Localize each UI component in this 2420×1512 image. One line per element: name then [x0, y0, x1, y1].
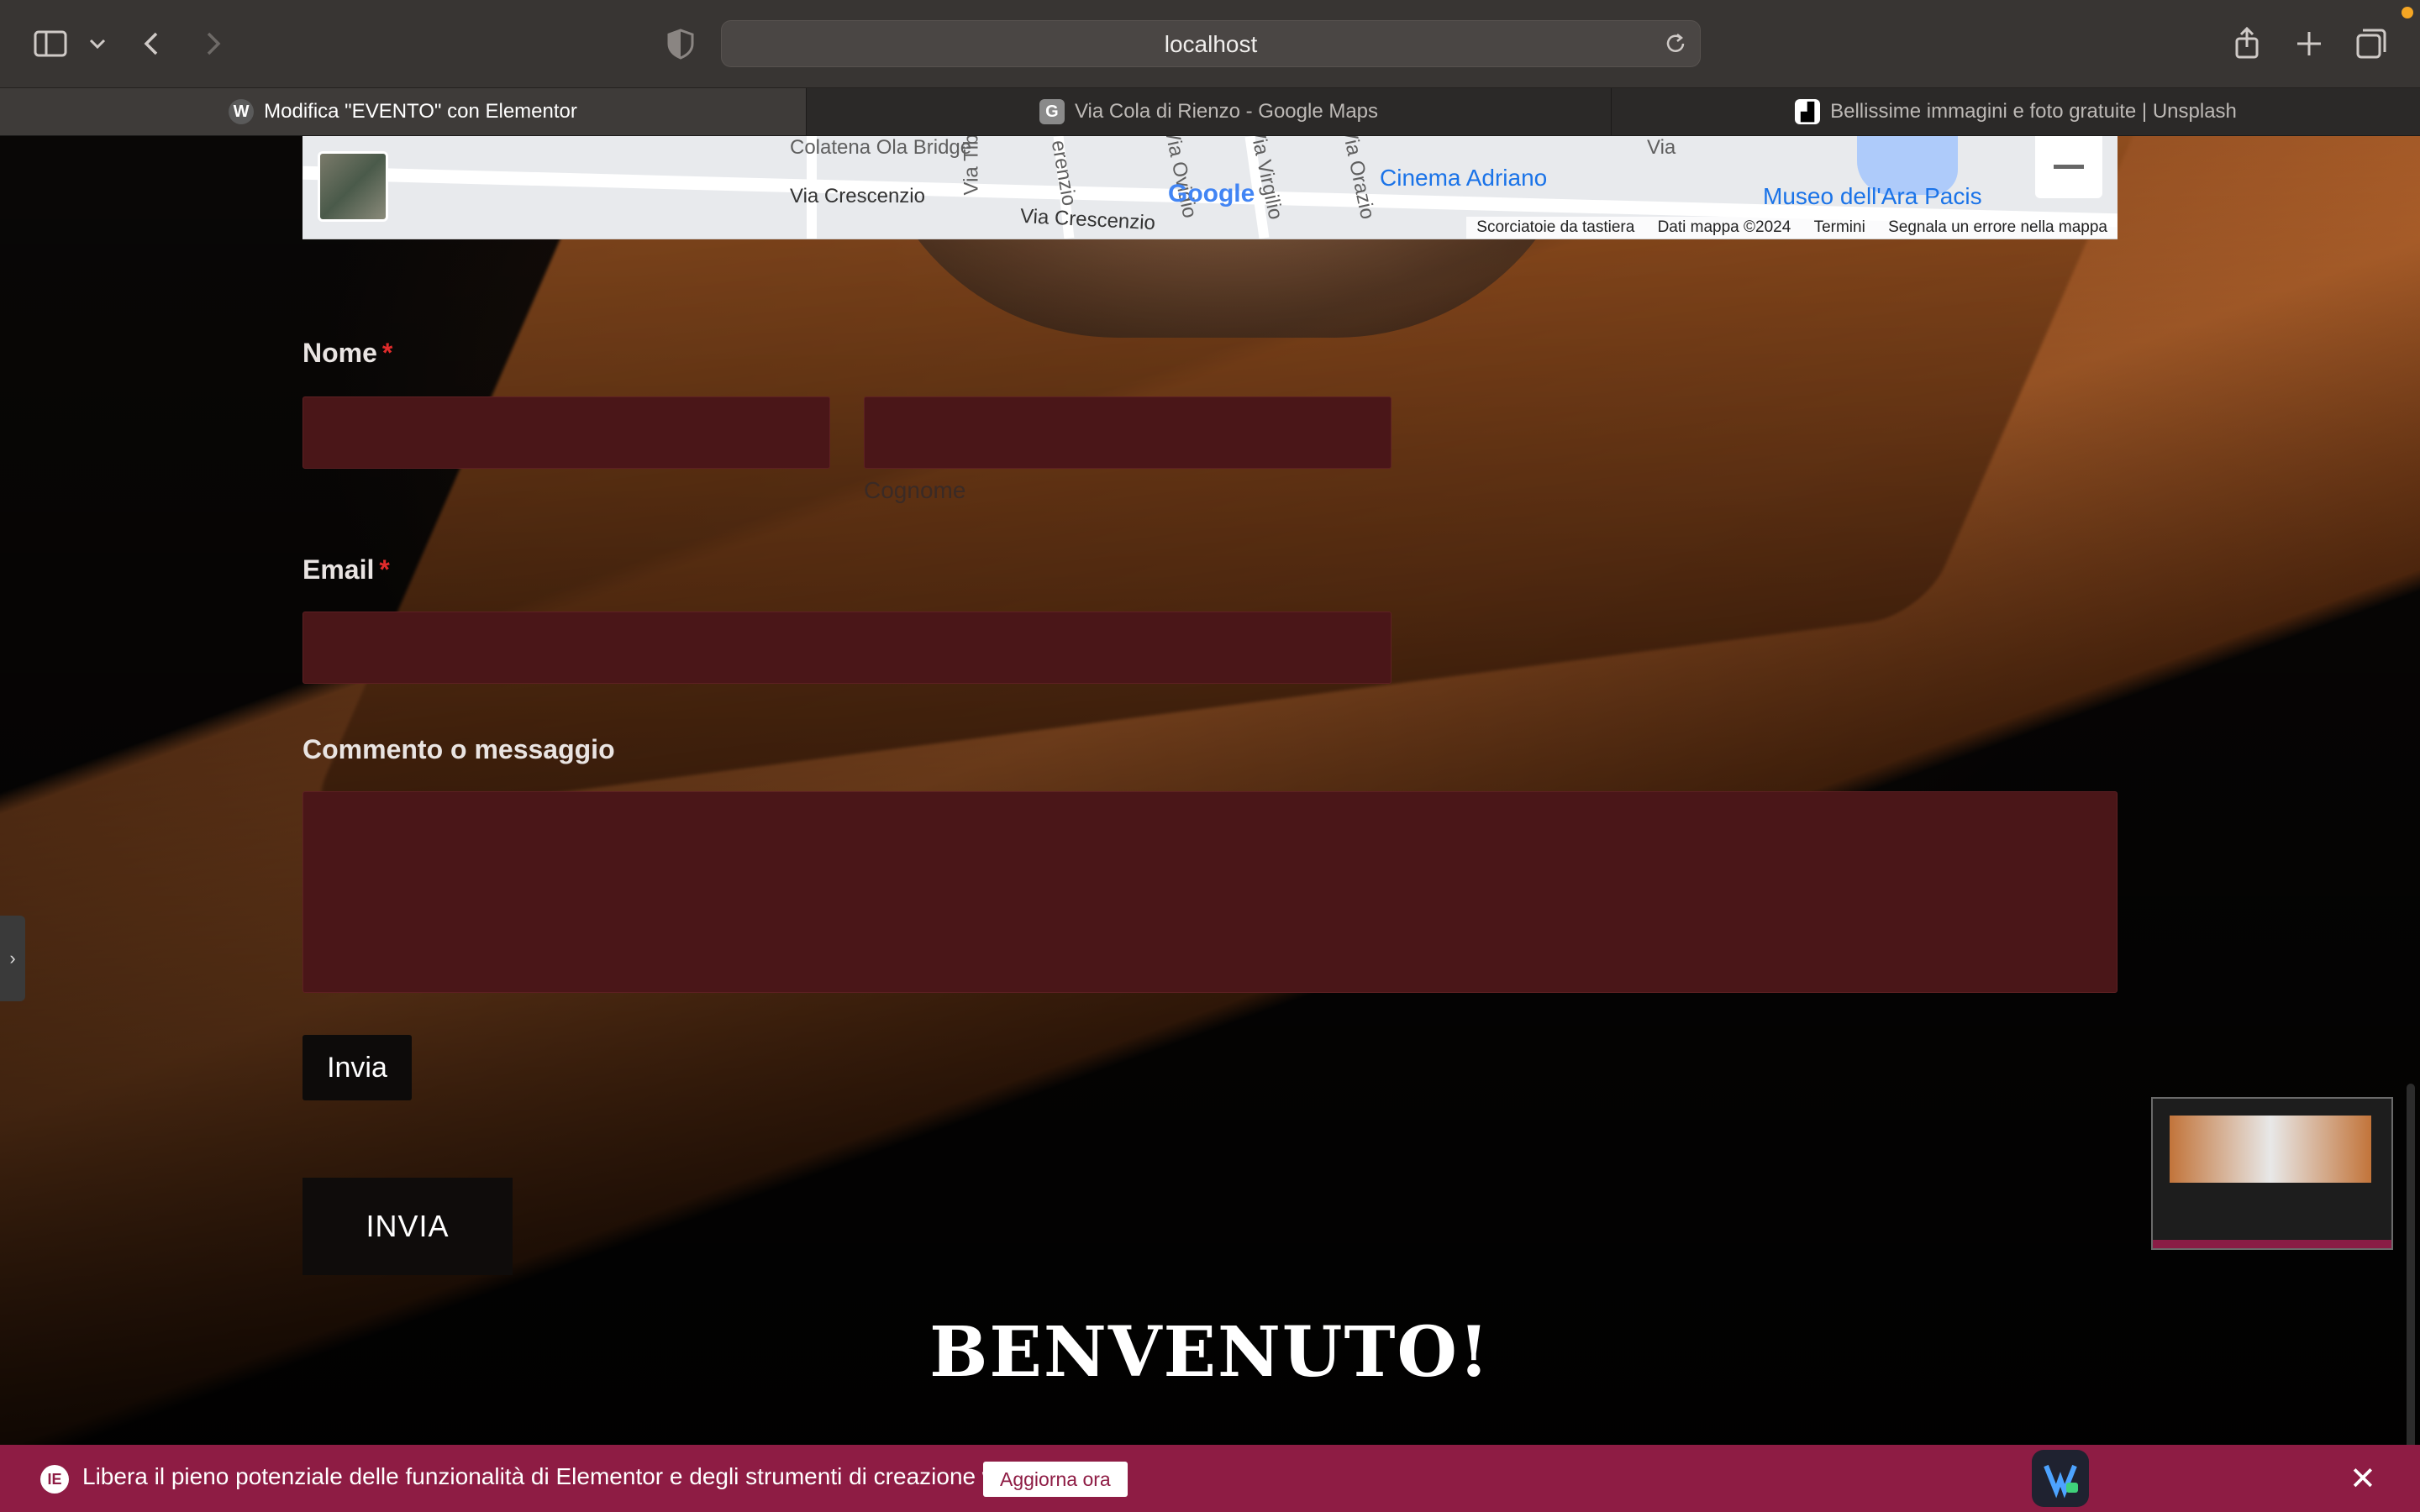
google-logo: Google [1168, 180, 1255, 207]
back-icon[interactable] [134, 25, 171, 62]
address-bar[interactable]: localhost [721, 20, 1701, 67]
message-label: Commento o messaggio [302, 734, 615, 764]
satellite-toggle[interactable] [318, 151, 388, 222]
email-label-text: Email [302, 554, 375, 585]
map-street-label: Via Orazio [1337, 136, 1380, 222]
thumbnail-content [2170, 1116, 2371, 1183]
map-street-label: Via Crescenzio [1019, 204, 1156, 235]
page-scrollbar[interactable] [2407, 1084, 2415, 1445]
google-map[interactable]: Colatena Ola Bridge Via Crescenzio Via C… [302, 136, 2118, 239]
submit-button[interactable]: Invia [302, 1035, 412, 1100]
required-mark: * [381, 338, 393, 368]
minus-icon [2054, 165, 2084, 169]
invia-button[interactable]: INVIA [302, 1178, 513, 1275]
close-icon[interactable]: ✕ [2349, 1460, 2376, 1498]
required-mark: * [379, 554, 390, 585]
unsplash-icon: ▟ [1795, 99, 1821, 124]
sidebar-toggle-icon[interactable] [32, 25, 69, 62]
first-name-input[interactable] [302, 396, 830, 469]
reload-icon[interactable] [1663, 31, 1688, 56]
zoom-out-button[interactable] [2035, 136, 2102, 198]
elementor-icon: IE [40, 1465, 69, 1494]
name-label: Nome * [302, 338, 392, 369]
map-poi-label[interactable]: Museo dell'Ara Pacis [1763, 183, 1982, 210]
notification-dot [2402, 7, 2413, 18]
map-poi-label[interactable]: Cinema Adriano [1380, 165, 1547, 192]
map-street-label: Via [1647, 136, 1676, 159]
email-label: Email * [302, 554, 390, 585]
map-poi-label: Colatena Ola Bridge [790, 136, 972, 159]
map-data-text: Dati mappa ©2024 [1657, 218, 1791, 236]
email-input[interactable] [302, 612, 1392, 684]
panel-expand-handle[interactable]: › [0, 916, 25, 1001]
browser-toolbar: localhost [0, 0, 2420, 88]
chevron-down-icon[interactable] [79, 25, 116, 62]
tab-unsplash[interactable]: ▟ Bellissime immagini e foto gratuite | … [1612, 88, 2420, 135]
map-attribution: Scorciatoie da tastiera Dati mappa ©2024… [1466, 217, 2118, 239]
forward-icon[interactable] [193, 25, 230, 62]
tab-label: Via Cola di Rienzo - Google Maps [1074, 100, 1379, 123]
map-street-label: Via Crescenzio [790, 185, 925, 207]
screenshot-thumbnail[interactable] [2151, 1097, 2393, 1250]
app-icon[interactable] [2032, 1450, 2089, 1507]
tab-label: Modifica "EVENTO" con Elementor [264, 100, 577, 123]
tab-elementor[interactable]: W Modifica "EVENTO" con Elementor [0, 88, 807, 135]
new-tab-icon[interactable] [2291, 25, 2328, 62]
privacy-shield-icon[interactable] [662, 25, 699, 62]
tab-label: Bellissime immagini e foto gratuite | Un… [1830, 100, 2237, 123]
page-content: Colatena Ola Bridge Via Crescenzio Via C… [0, 136, 2420, 1445]
surname-sublabel: Cognome [864, 477, 966, 503]
report-error-link[interactable]: Segnala un errore nella mappa [1888, 218, 2107, 236]
last-name-input[interactable] [864, 396, 1392, 469]
upgrade-button[interactable]: Aggiorna ora [983, 1462, 1128, 1497]
url-text: localhost [1164, 31, 1258, 57]
thumbnail-banner [2153, 1240, 2391, 1248]
name-label-text: Nome [302, 338, 377, 368]
message-textarea[interactable] [302, 791, 2118, 993]
map-street-label: Via Tib [960, 136, 983, 196]
tab-overview-icon[interactable] [2353, 25, 2390, 62]
wordpress-icon: W [229, 99, 255, 124]
keyboard-shortcuts-link[interactable]: Scorciatoie da tastiera [1476, 218, 1634, 236]
share-icon[interactable] [2228, 25, 2265, 62]
tab-bar: W Modifica "EVENTO" con Elementor G Via … [0, 88, 2420, 136]
tab-google-maps[interactable]: G Via Cola di Rienzo - Google Maps [807, 88, 1612, 135]
elementor-notice-bar: IE Libera il pieno potenziale delle funz… [0, 1445, 2420, 1512]
welcome-heading: BENVENUTO! [929, 1312, 1491, 1393]
notice-message: Libera il pieno potenziale delle funzion… [82, 1463, 1033, 1489]
google-icon: G [1039, 99, 1065, 124]
terms-link[interactable]: Termini [1814, 218, 1865, 236]
